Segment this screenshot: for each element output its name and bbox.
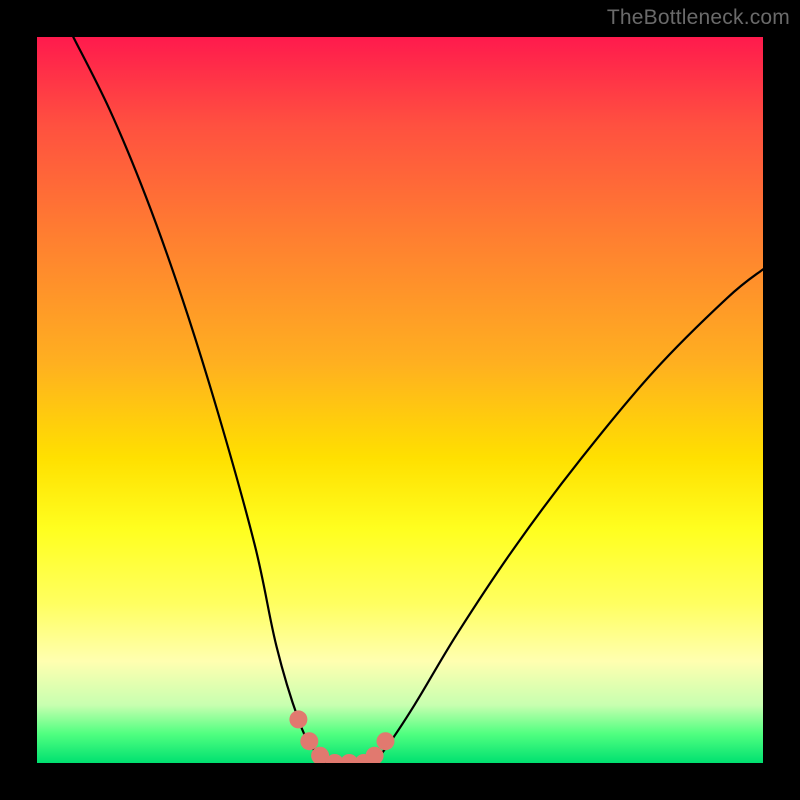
bottleneck-curve-svg (37, 37, 763, 763)
highlight-dot (300, 732, 318, 750)
highlight-dot (289, 710, 307, 728)
plot-area (37, 37, 763, 763)
highlight-dot (366, 747, 384, 763)
watermark-text: TheBottleneck.com (607, 6, 790, 30)
highlight-dots-group (289, 710, 394, 763)
highlight-dot (377, 732, 395, 750)
chart-frame: TheBottleneck.com (0, 0, 800, 800)
bottleneck-curve-path (73, 37, 763, 763)
